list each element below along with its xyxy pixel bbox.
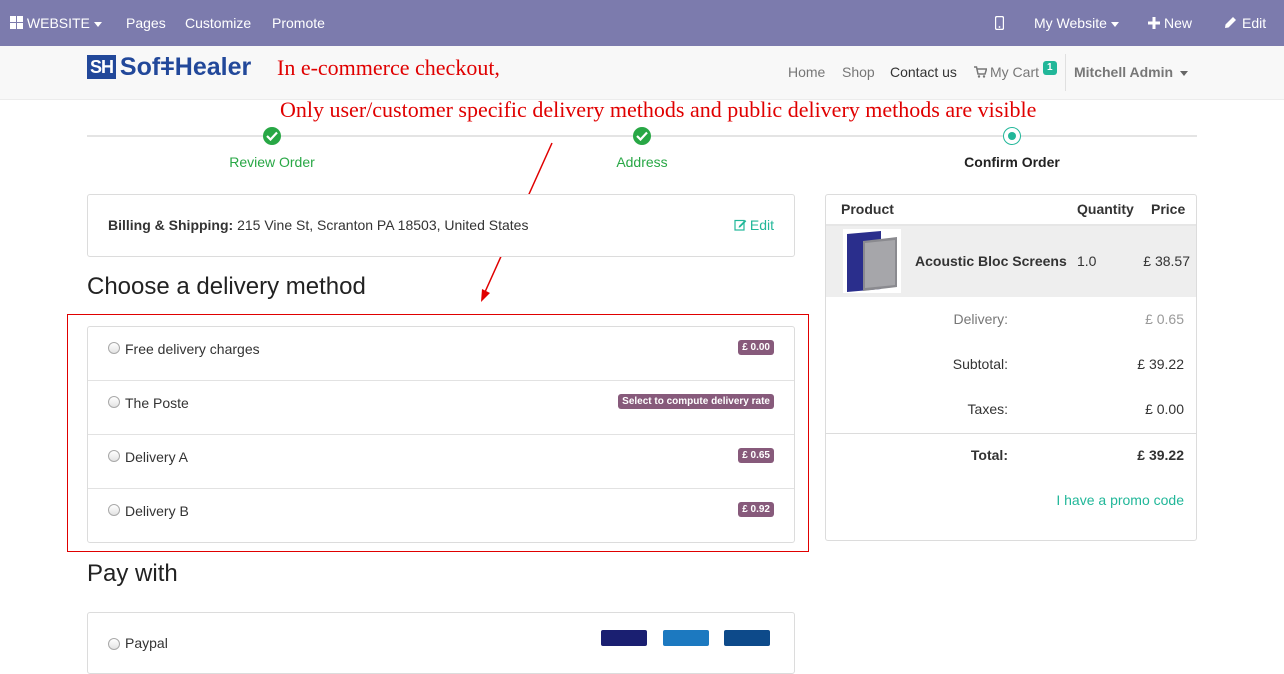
delivery-option-name: Delivery B: [125, 503, 189, 519]
website-apps-menu[interactable]: WEBSITE: [10, 0, 102, 46]
pay-with-heading: Pay with: [87, 560, 178, 587]
amex-logo-icon: [663, 630, 709, 646]
delivery-option-name: The Poste: [125, 395, 189, 411]
chevron-down-icon: [1180, 70, 1189, 76]
taxes-value: £ 0.00: [1145, 401, 1184, 417]
delivery-radio[interactable]: [108, 450, 120, 462]
total-label: Total:: [970, 447, 1008, 463]
website-label: WEBSITE: [26, 15, 90, 31]
wizard-step-confirm-order-current-icon: [1003, 127, 1021, 145]
delivery-option-delivery-a[interactable]: Delivery A £ 0.65: [88, 434, 794, 489]
mobile-phone-icon: [994, 15, 1005, 31]
nav-link-home[interactable]: Home: [788, 46, 825, 99]
col-product: Product: [841, 201, 894, 217]
summary-total-row: Total: £ 39.22: [826, 447, 1196, 467]
main-navbar: SH SofǂHealer Home Shop Contact us My Ca…: [0, 46, 1284, 100]
brand-logo[interactable]: SH SofǂHealer: [87, 55, 251, 81]
annotation-line-1: In e-commerce checkout,: [277, 55, 500, 80]
delivery-radio[interactable]: [108, 342, 120, 354]
col-quantity: Quantity: [1077, 201, 1134, 217]
chevron-down-icon: [1110, 21, 1119, 27]
delivery-radio[interactable]: [108, 504, 120, 516]
delivery-option-the-poste[interactable]: The Poste Select to compute delivery rat…: [88, 380, 794, 435]
summary-promo-row: I have a promo code: [826, 492, 1196, 512]
my-website-label: My Website: [1034, 15, 1107, 31]
subtotal-label: Subtotal:: [952, 356, 1008, 372]
cart-label: My Cart: [990, 64, 1039, 80]
edit-label: Edit: [1242, 15, 1267, 31]
delivery-option-name: Free delivery charges: [125, 341, 260, 357]
delivery-option-name: Delivery A: [125, 449, 189, 465]
line-price: £ 38.57: [1143, 253, 1190, 269]
new-button[interactable]: New: [1148, 0, 1192, 46]
delivery-radio[interactable]: [108, 396, 120, 408]
billing-address: 215 Vine St, Scranton PA 18503, United S…: [237, 217, 529, 233]
chevron-down-icon: [93, 21, 102, 27]
payment-radio[interactable]: [108, 638, 120, 650]
wizard-step-address[interactable]: Address: [542, 154, 742, 170]
billing-text: Billing & Shipping: 215 Vine St, Scranto…: [108, 217, 528, 233]
apps-grid-icon: [10, 16, 23, 29]
annotation-line-2: Only user/customer specific delivery met…: [280, 97, 1037, 122]
menu-customize[interactable]: Customize: [185, 0, 251, 46]
delivery-price-badge: £ 0.92: [738, 502, 774, 517]
delivery-value: £ 0.65: [1145, 311, 1184, 327]
wizard-step-address-check-icon: [633, 127, 651, 145]
edit-icon: [734, 219, 747, 231]
line-product-name[interactable]: Acoustic Bloc Screens: [915, 253, 1067, 269]
brand-logo-mark: SH: [87, 55, 117, 79]
user-name: Mitchell Admin: [1074, 64, 1174, 80]
payment-option-name[interactable]: Paypal: [125, 635, 168, 651]
new-label: New: [1164, 15, 1193, 31]
website-admin-bar: WEBSITE Pages Customize Promote My Websi…: [0, 0, 1284, 46]
visa-logo-icon: [601, 630, 647, 646]
summary-subtotal-row: Subtotal: £ 39.22: [826, 356, 1196, 376]
brand-logo-text: SofǂHealer: [119, 53, 252, 81]
wizard-step-review-order[interactable]: Review Order: [172, 154, 372, 170]
billing-edit-link[interactable]: Edit: [734, 217, 774, 233]
menu-promote[interactable]: Promote: [272, 0, 325, 46]
shopping-cart-icon: [974, 66, 988, 78]
summary-divider: [826, 433, 1196, 434]
promo-code-link[interactable]: I have a promo code: [1056, 492, 1184, 508]
nav-link-contact-us[interactable]: Contact us: [890, 46, 957, 99]
total-value: £ 39.22: [1137, 447, 1184, 463]
billing-label: Billing & Shipping:: [108, 217, 234, 233]
user-menu-dropdown[interactable]: Mitchell Admin: [1074, 46, 1189, 99]
summary-header-row: Product Quantity Price: [826, 195, 1196, 226]
my-website-dropdown[interactable]: My Website: [1034, 0, 1119, 46]
col-price: Price: [1151, 201, 1186, 217]
summary-delivery-row: Delivery: £ 0.65: [826, 311, 1196, 331]
cart-count-badge: 1: [1043, 61, 1057, 75]
menu-pages[interactable]: Pages: [126, 0, 166, 46]
delivery-price-badge: £ 0.65: [738, 448, 774, 463]
line-quantity: 1.0: [1077, 253, 1097, 269]
summary-line-item: Acoustic Bloc Screens 1.0 £ 38.57: [826, 226, 1196, 297]
mobile-preview-button[interactable]: [994, 0, 1005, 46]
delivery-price-badge: £ 0.00: [738, 340, 774, 355]
subtotal-value: £ 39.22: [1137, 356, 1184, 372]
diners-club-logo-icon: [724, 630, 770, 646]
billing-edit-label: Edit: [749, 217, 774, 233]
delivery-option-free-delivery[interactable]: Free delivery charges £ 0.00: [88, 327, 794, 381]
nav-link-shop[interactable]: Shop: [842, 46, 875, 99]
plus-icon: [1148, 17, 1160, 29]
product-thumbnail: [843, 229, 901, 293]
delivery-method-heading: Choose a delivery method: [87, 273, 366, 300]
wizard-step-confirm-order: Confirm Order: [964, 154, 1060, 170]
delivery-label: Delivery:: [953, 311, 1008, 327]
delivery-option-delivery-b[interactable]: Delivery B £ 0.92: [88, 488, 794, 543]
summary-taxes-row: Taxes: £ 0.00: [826, 401, 1196, 421]
billing-shipping-card: Billing & Shipping: 215 Vine St, Scranto…: [87, 194, 795, 257]
edit-button[interactable]: Edit: [1224, 0, 1266, 46]
wizard-step-review-order-check-icon: [263, 127, 281, 145]
delivery-price-badge: Select to compute delivery rate: [618, 394, 774, 409]
pencil-icon: [1225, 17, 1236, 28]
nav-cart-link[interactable]: My Cart: [974, 46, 1039, 99]
taxes-label: Taxes:: [967, 401, 1008, 417]
navbar-divider: [1065, 54, 1066, 91]
